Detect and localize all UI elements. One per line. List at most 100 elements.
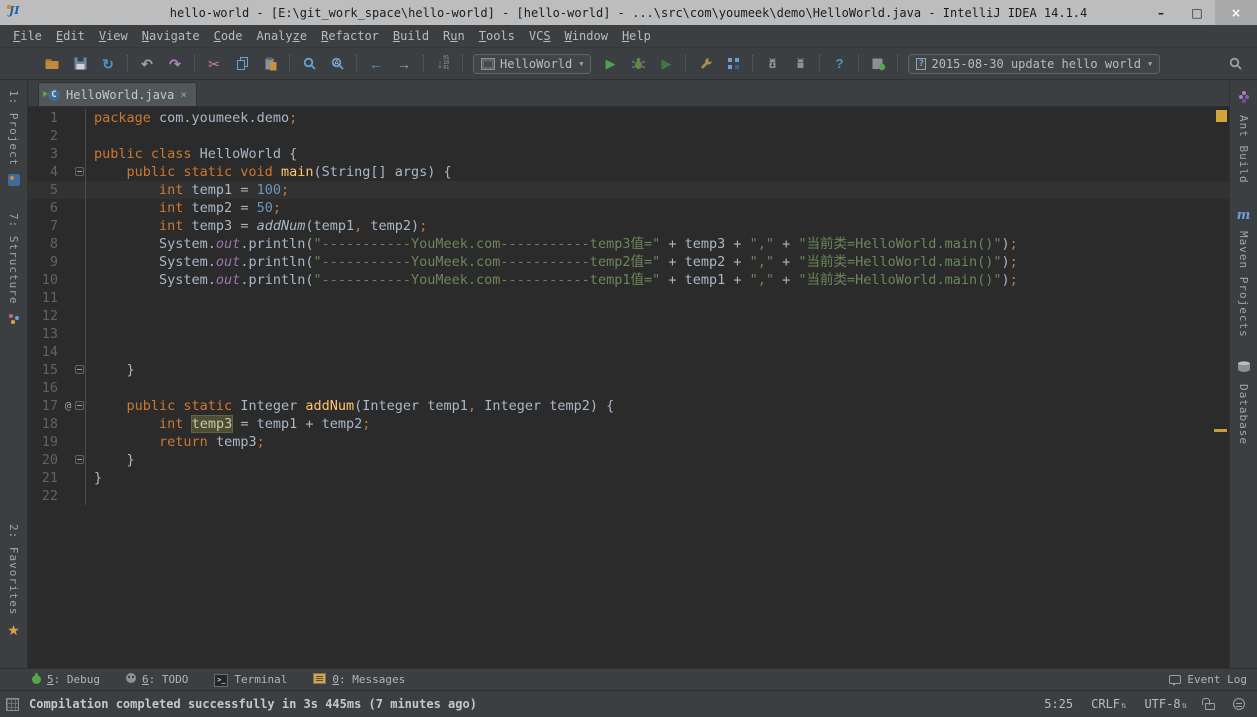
open-project-button[interactable] (38, 52, 66, 76)
menu-help[interactable]: Help (615, 27, 658, 45)
code-line[interactable]: 22 (28, 487, 1229, 505)
code-line[interactable]: 21} (28, 469, 1229, 487)
code-line[interactable]: 14 (28, 343, 1229, 361)
code-text[interactable]: return temp3; (86, 433, 1229, 451)
line-number[interactable]: 1 (28, 109, 62, 127)
line-number[interactable]: 19 (28, 433, 62, 451)
code-line[interactable]: 16 (28, 379, 1229, 397)
search-everywhere-button[interactable] (1221, 52, 1249, 76)
android-sdk-button[interactable] (758, 52, 786, 76)
code-text[interactable]: package com.youmeek.demo; (86, 109, 1229, 127)
code-line[interactable]: 6 int temp2 = 50; (28, 199, 1229, 217)
code-text[interactable]: int temp1 = 100; (86, 181, 1229, 199)
code-text[interactable] (86, 127, 1229, 145)
maximize-button[interactable]: □ (1179, 0, 1215, 25)
line-number[interactable]: 20 (28, 451, 62, 469)
synchronize-button[interactable]: ↻ (94, 52, 122, 76)
menu-tools[interactable]: Tools (472, 27, 522, 45)
code-line[interactable]: 18 int temp3 = temp1 + temp2; (28, 415, 1229, 433)
code-text[interactable]: int temp3 = temp1 + temp2; (86, 415, 1229, 433)
menu-build[interactable]: Build (386, 27, 436, 45)
menu-analyze[interactable]: Analyze (250, 27, 315, 45)
lock-icon[interactable] (1205, 703, 1215, 710)
code-text[interactable] (86, 379, 1229, 397)
run-config-combo[interactable]: HelloWorld▼ (473, 54, 591, 74)
line-number[interactable]: 3 (28, 145, 62, 163)
fold-marker-icon[interactable] (75, 455, 84, 464)
line-number[interactable]: 13 (28, 325, 62, 343)
event-log-button[interactable]: Event Log (1169, 673, 1247, 686)
tool-window-button-terminal[interactable]: >_Terminal (214, 672, 287, 687)
changelist-combo[interactable]: ?2015-08-30 update hello world▼ (908, 54, 1160, 74)
forward-button[interactable]: → (390, 52, 418, 76)
line-number[interactable]: 16 (28, 379, 62, 397)
fold-marker-icon[interactable] (75, 365, 84, 374)
caret-position-widget[interactable]: 5:25 (1044, 697, 1073, 711)
code-text[interactable] (86, 487, 1229, 505)
line-number[interactable]: 11 (28, 289, 62, 307)
code-line[interactable]: 8 System.out.println("-----------YouMeek… (28, 235, 1229, 253)
copy-button[interactable] (228, 52, 256, 76)
code-line[interactable]: 20 } (28, 451, 1229, 469)
code-line[interactable]: 17@ public static Integer addNum(Integer… (28, 397, 1229, 415)
code-line[interactable]: 7 int temp3 = addNum(temp1, temp2); (28, 217, 1229, 235)
code-text[interactable]: public static void main(String[] args) { (86, 163, 1229, 181)
code-line[interactable]: 10 System.out.println("-----------YouMee… (28, 271, 1229, 289)
code-line[interactable]: 3 public class HelloWorld { (28, 145, 1229, 163)
strip-button-ant-build[interactable]: Ant Build (1237, 90, 1250, 184)
strip-button-1-project[interactable]: 1: Project (7, 90, 20, 191)
redo-button[interactable]: ↷ (161, 52, 189, 76)
menu-window[interactable]: Window (558, 27, 615, 45)
code-line[interactable]: 13 (28, 325, 1229, 343)
code-line[interactable]: 5 int temp1 = 100; (28, 181, 1229, 199)
fold-marker-icon[interactable] (75, 167, 84, 176)
warning-indicator-mark[interactable] (1216, 110, 1227, 122)
code-text[interactable]: public class HelloWorld { (86, 145, 1229, 163)
help-button[interactable]: ? (825, 52, 853, 76)
code-text[interactable]: public static Integer addNum(Integer tem… (86, 397, 1229, 415)
line-ending-widget[interactable]: CRLF (1091, 697, 1126, 711)
android-device-button[interactable] (786, 52, 814, 76)
code-text[interactable] (86, 289, 1229, 307)
code-text[interactable]: } (86, 361, 1229, 379)
code-line[interactable]: 9 System.out.println("-----------YouMeek… (28, 253, 1229, 271)
run-button[interactable]: ▶ (596, 52, 624, 76)
line-number[interactable]: 7 (28, 217, 62, 235)
tool-window-button-5-debug[interactable]: 5: Debug (32, 672, 100, 687)
code-line[interactable]: 19 return temp3; (28, 433, 1229, 451)
minimize-button[interactable]: – (1143, 0, 1179, 25)
tool-window-button-0-messages[interactable]: 0: Messages (313, 673, 405, 687)
line-number[interactable]: 22 (28, 487, 62, 505)
line-number[interactable]: 2 (28, 127, 62, 145)
line-number[interactable]: 5 (28, 181, 62, 199)
code-text[interactable]: int temp3 = addNum(temp1, temp2); (86, 217, 1229, 235)
code-text[interactable] (86, 307, 1229, 325)
menu-vcs[interactable]: VCS (522, 27, 558, 45)
menu-edit[interactable]: Edit (49, 27, 92, 45)
highlight-stripe-mark[interactable] (1214, 429, 1227, 432)
close-button[interactable]: × (1215, 0, 1257, 25)
code-line[interactable]: 12 (28, 307, 1229, 325)
encoding-widget[interactable]: UTF-8 (1144, 697, 1187, 711)
tab-close-icon[interactable]: × (180, 89, 187, 100)
undo-button[interactable]: ↶ (133, 52, 161, 76)
toggle-tool-buttons-icon[interactable] (6, 698, 19, 711)
line-number[interactable]: 10 (28, 271, 62, 289)
coverage-button[interactable]: ▶ (652, 52, 680, 76)
strip-button-database[interactable]: Database (1237, 359, 1250, 445)
code-text[interactable]: int temp2 = 50; (86, 199, 1229, 217)
save-all-button[interactable] (66, 52, 94, 76)
cut-button[interactable]: ✂ (200, 52, 228, 76)
code-text[interactable]: System.out.println("-----------YouMeek.c… (86, 235, 1229, 253)
line-number[interactable]: 4 (28, 163, 62, 181)
code-text[interactable]: System.out.println("-----------YouMeek.c… (86, 271, 1229, 289)
strip-button-2-favorites[interactable]: 2: Favorites★ (7, 524, 20, 640)
inspections-hector-icon[interactable] (1233, 698, 1245, 710)
line-number[interactable]: 12 (28, 307, 62, 325)
project-structure-button[interactable] (719, 52, 747, 76)
code-line[interactable]: 4 public static void main(String[] args)… (28, 163, 1229, 181)
line-number[interactable]: 8 (28, 235, 62, 253)
settings-repository-button[interactable] (864, 52, 892, 76)
line-number[interactable]: 9 (28, 253, 62, 271)
code-text[interactable] (86, 343, 1229, 361)
